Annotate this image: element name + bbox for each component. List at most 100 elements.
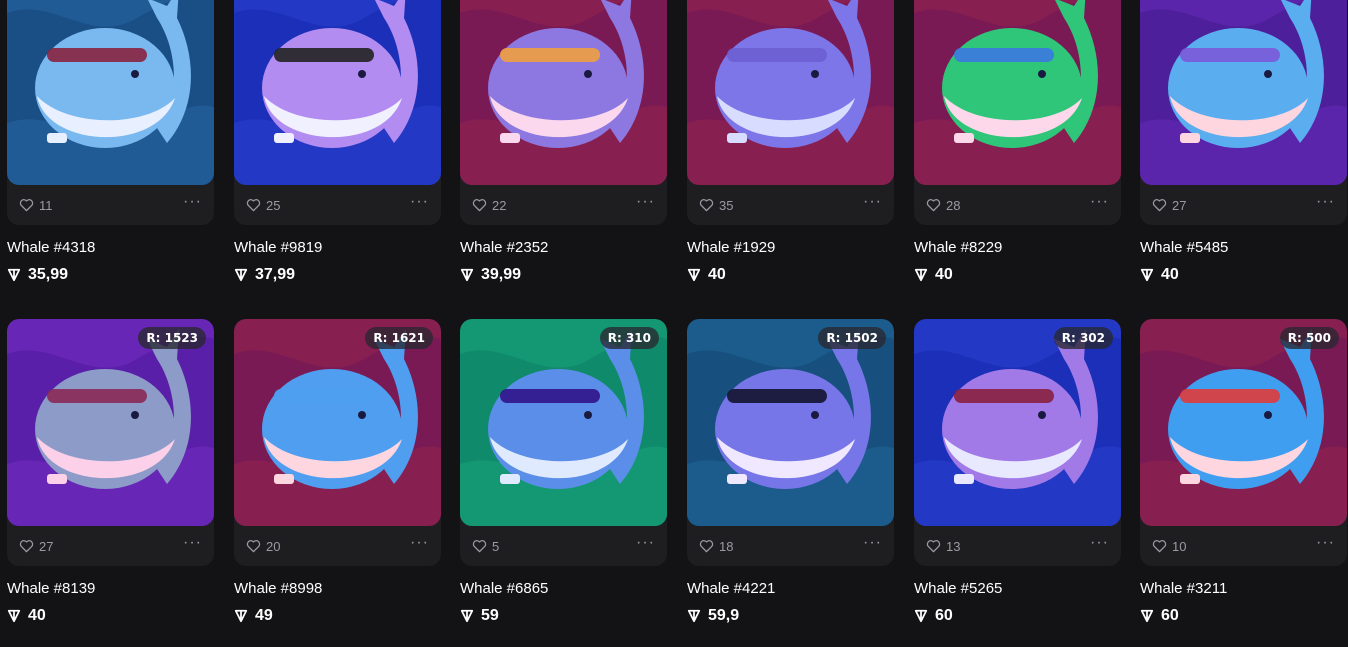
nft-image[interactable]: R: 1502 — [687, 319, 894, 526]
nft-card[interactable]: 22 ··· Whale #2352 39,99 — [460, 0, 667, 284]
nft-price: 39,99 — [460, 266, 667, 284]
nft-card[interactable]: R: 1523 27 ··· Whale #8139 40 — [7, 319, 214, 625]
ellipsis-icon[interactable]: ··· — [636, 194, 655, 216]
nft-price: 60 — [914, 607, 1121, 625]
nft-card[interactable]: 11 ··· Whale #4318 35,99 — [7, 0, 214, 284]
like-button[interactable]: 35 — [699, 198, 733, 213]
heart-icon — [19, 199, 34, 212]
like-button[interactable]: 25 — [246, 198, 280, 213]
nft-price: 59,9 — [687, 607, 894, 625]
like-button[interactable]: 10 — [1152, 539, 1186, 554]
nft-image[interactable]: R: 1621 — [234, 319, 441, 526]
nft-name[interactable]: Whale #8998 — [234, 580, 441, 597]
nft-name[interactable]: Whale #8139 — [7, 580, 214, 597]
nft-tile[interactable]: R: 1523 27 ··· — [7, 319, 214, 566]
nft-name[interactable]: Whale #1929 — [687, 239, 894, 256]
heart-icon — [699, 540, 714, 553]
like-button[interactable]: 22 — [472, 198, 506, 213]
card-footer: 22 ··· — [460, 185, 667, 225]
nft-card[interactable]: 35 ··· Whale #1929 40 — [687, 0, 894, 284]
like-count: 20 — [266, 538, 281, 554]
ton-icon — [1140, 268, 1154, 282]
nft-image[interactable]: R: 1523 — [7, 319, 214, 526]
card-footer: 13 ··· — [914, 526, 1121, 566]
nft-card[interactable]: 25 ··· Whale #9819 37,99 — [234, 0, 441, 284]
like-button[interactable]: 27 — [19, 539, 53, 554]
nft-price: 59 — [460, 607, 667, 625]
nft-name[interactable]: Whale #5485 — [1140, 239, 1347, 256]
nft-image[interactable]: R: 500 — [1140, 319, 1347, 526]
nft-tile[interactable]: 27 ··· — [1140, 0, 1347, 225]
nft-name[interactable]: Whale #4318 — [7, 239, 214, 256]
nft-card[interactable]: 27 ··· Whale #5485 40 — [1140, 0, 1347, 284]
nft-tile[interactable]: 11 ··· — [7, 0, 214, 225]
price-value: 37,99 — [255, 266, 296, 283]
heart-icon — [699, 199, 714, 212]
nft-tile[interactable]: R: 1621 20 ··· — [234, 319, 441, 566]
heart-icon — [1152, 199, 1167, 212]
nft-card[interactable]: R: 302 13 ··· Whale #5265 60 — [914, 319, 1121, 625]
like-count: 10 — [1172, 538, 1187, 554]
ellipsis-icon[interactable]: ··· — [1090, 535, 1109, 557]
like-button[interactable]: 5 — [472, 539, 499, 554]
nft-name[interactable]: Whale #5265 — [914, 580, 1121, 597]
ton-icon — [914, 609, 928, 623]
nft-card[interactable]: R: 500 10 ··· Whale #3211 60 — [1140, 319, 1347, 625]
nft-tile[interactable]: 35 ··· — [687, 0, 894, 225]
nft-image[interactable] — [7, 0, 214, 185]
ellipsis-icon[interactable]: ··· — [636, 535, 655, 557]
rank-badge: R: 1621 — [365, 327, 433, 349]
nft-card[interactable]: 28 ··· Whale #8229 40 — [914, 0, 1121, 284]
ellipsis-icon[interactable]: ··· — [183, 194, 202, 216]
nft-price: 40 — [687, 266, 894, 284]
like-button[interactable]: 28 — [926, 198, 960, 213]
ellipsis-icon[interactable]: ··· — [1090, 194, 1109, 216]
nft-name[interactable]: Whale #3211 — [1140, 580, 1347, 597]
like-button[interactable]: 13 — [926, 539, 960, 554]
ellipsis-icon[interactable]: ··· — [1316, 535, 1335, 557]
nft-name[interactable]: Whale #6865 — [460, 580, 667, 597]
nft-card[interactable]: R: 1621 20 ··· Whale #8998 49 — [234, 319, 441, 625]
nft-price: 37,99 — [234, 266, 441, 284]
nft-grid: 11 ··· Whale #4318 35,99 25 ··· Whale #9… — [0, 0, 1348, 647]
like-count: 25 — [266, 197, 281, 213]
nft-image[interactable] — [1140, 0, 1347, 185]
price-value: 39,99 — [481, 266, 522, 283]
nft-price: 40 — [914, 266, 1121, 284]
nft-tile[interactable]: R: 302 13 ··· — [914, 319, 1121, 566]
nft-image[interactable]: R: 302 — [914, 319, 1121, 526]
card-footer: 28 ··· — [914, 185, 1121, 225]
like-count: 27 — [39, 538, 54, 554]
like-button[interactable]: 20 — [246, 539, 280, 554]
nft-name[interactable]: Whale #8229 — [914, 239, 1121, 256]
nft-image[interactable] — [687, 0, 894, 185]
nft-image[interactable] — [234, 0, 441, 185]
nft-image[interactable] — [914, 0, 1121, 185]
ellipsis-icon[interactable]: ··· — [410, 535, 429, 557]
ellipsis-icon[interactable]: ··· — [1316, 194, 1335, 216]
nft-tile[interactable]: 25 ··· — [234, 0, 441, 225]
like-count: 27 — [1172, 197, 1187, 213]
rank-badge: R: 500 — [1279, 327, 1339, 349]
like-button[interactable]: 18 — [699, 539, 733, 554]
like-button[interactable]: 27 — [1152, 198, 1186, 213]
nft-name[interactable]: Whale #9819 — [234, 239, 441, 256]
ellipsis-icon[interactable]: ··· — [863, 535, 882, 557]
like-button[interactable]: 11 — [19, 198, 53, 213]
nft-tile[interactable]: R: 1502 18 ··· — [687, 319, 894, 566]
like-count: 13 — [946, 538, 961, 554]
nft-name[interactable]: Whale #4221 — [687, 580, 894, 597]
nft-card[interactable]: R: 310 5 ··· Whale #6865 59 — [460, 319, 667, 625]
nft-tile[interactable]: 28 ··· — [914, 0, 1121, 225]
nft-tile[interactable]: R: 500 10 ··· — [1140, 319, 1347, 566]
nft-card[interactable]: R: 1502 18 ··· Whale #4221 59,9 — [687, 319, 894, 625]
nft-image[interactable]: R: 310 — [460, 319, 667, 526]
heart-icon — [926, 199, 941, 212]
nft-tile[interactable]: R: 310 5 ··· — [460, 319, 667, 566]
ellipsis-icon[interactable]: ··· — [183, 535, 202, 557]
nft-name[interactable]: Whale #2352 — [460, 239, 667, 256]
ellipsis-icon[interactable]: ··· — [863, 194, 882, 216]
nft-image[interactable] — [460, 0, 667, 185]
ellipsis-icon[interactable]: ··· — [410, 194, 429, 216]
nft-tile[interactable]: 22 ··· — [460, 0, 667, 225]
